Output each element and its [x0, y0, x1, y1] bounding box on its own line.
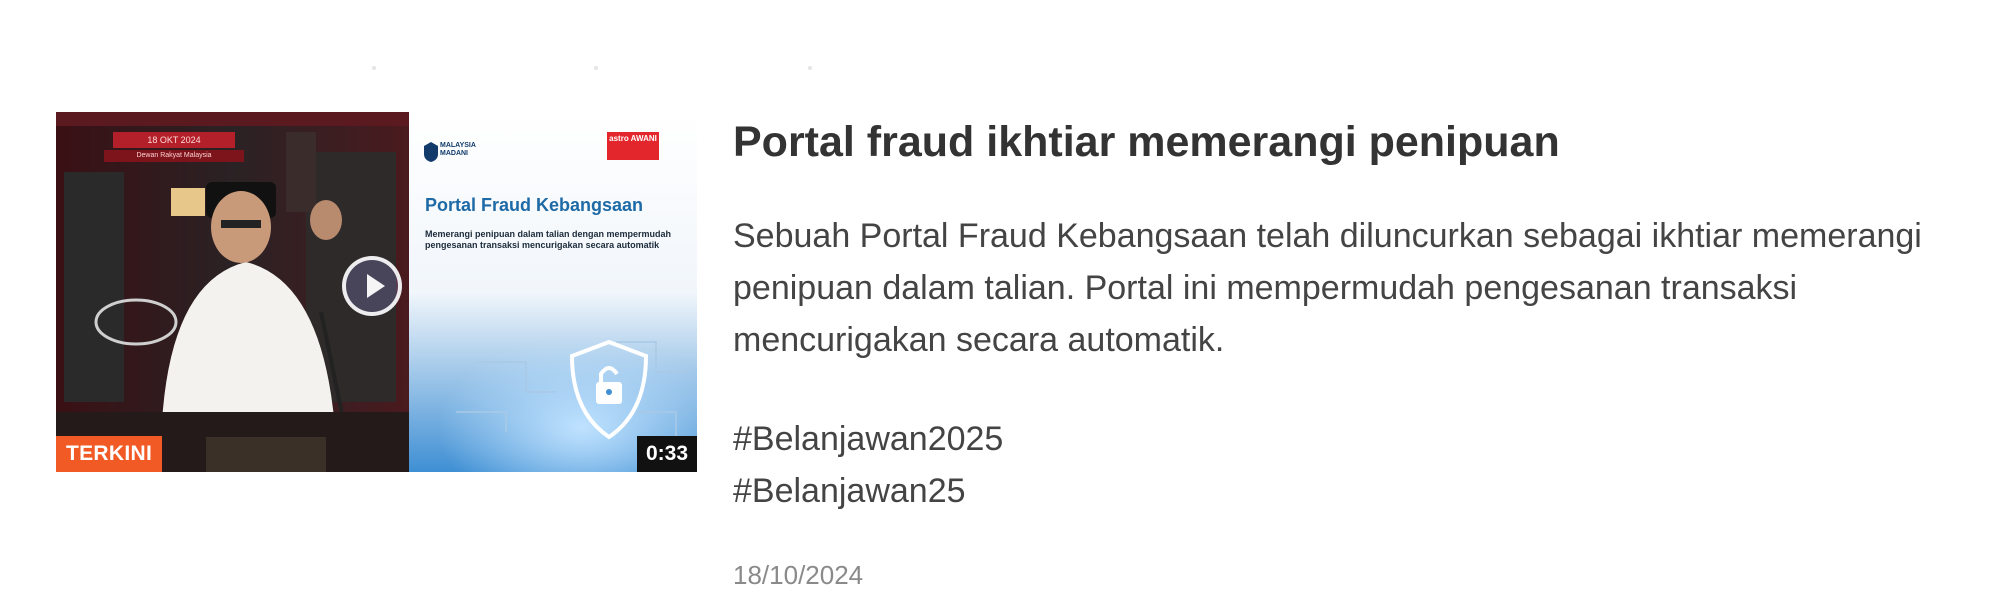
play-icon[interactable]	[342, 256, 402, 316]
slide-subtitle: Memerangi penipuan dalam talian dengan m…	[425, 229, 672, 250]
crest-icon	[424, 142, 438, 162]
date-banner-sub: Dewan Rakyat Malaysia	[104, 150, 244, 162]
decorative-dots	[372, 66, 812, 70]
date-banner: 18 OKT 2024	[113, 132, 235, 148]
page: MALAYSIA MADANI astro AWANI 18 OKT 2024 …	[0, 0, 2000, 600]
article-card[interactable]: MALAYSIA MADANI astro AWANI 18 OKT 2024 …	[56, 112, 1956, 592]
hashtag: #Belanjawan25	[733, 472, 966, 510]
article-summary: Sebuah Portal Fraud Kebangsaan telah dil…	[733, 217, 1922, 359]
video-thumbnail[interactable]: MALAYSIA MADANI astro AWANI 18 OKT 2024 …	[56, 112, 697, 472]
logo-text: MALAYSIA MADANI	[440, 142, 476, 157]
terkini-badge: TERKINI	[56, 436, 163, 472]
malaysia-madani-logo: MALAYSIA MADANI	[424, 140, 492, 166]
hashtag: #Belanjawan2025	[733, 420, 1004, 458]
hashtag-list: #Belanjawan2025 #Belanjawan25	[733, 413, 1003, 517]
slide-title: Portal Fraud Kebangsaan	[425, 195, 644, 215]
video-duration: 0:33	[636, 436, 697, 472]
article-headline[interactable]: Portal fraud ikhtiar memerangi penipuan	[733, 116, 1560, 168]
article-date: 18/10/2024	[733, 560, 864, 590]
astro-awani-logo: astro AWANI	[607, 132, 659, 160]
